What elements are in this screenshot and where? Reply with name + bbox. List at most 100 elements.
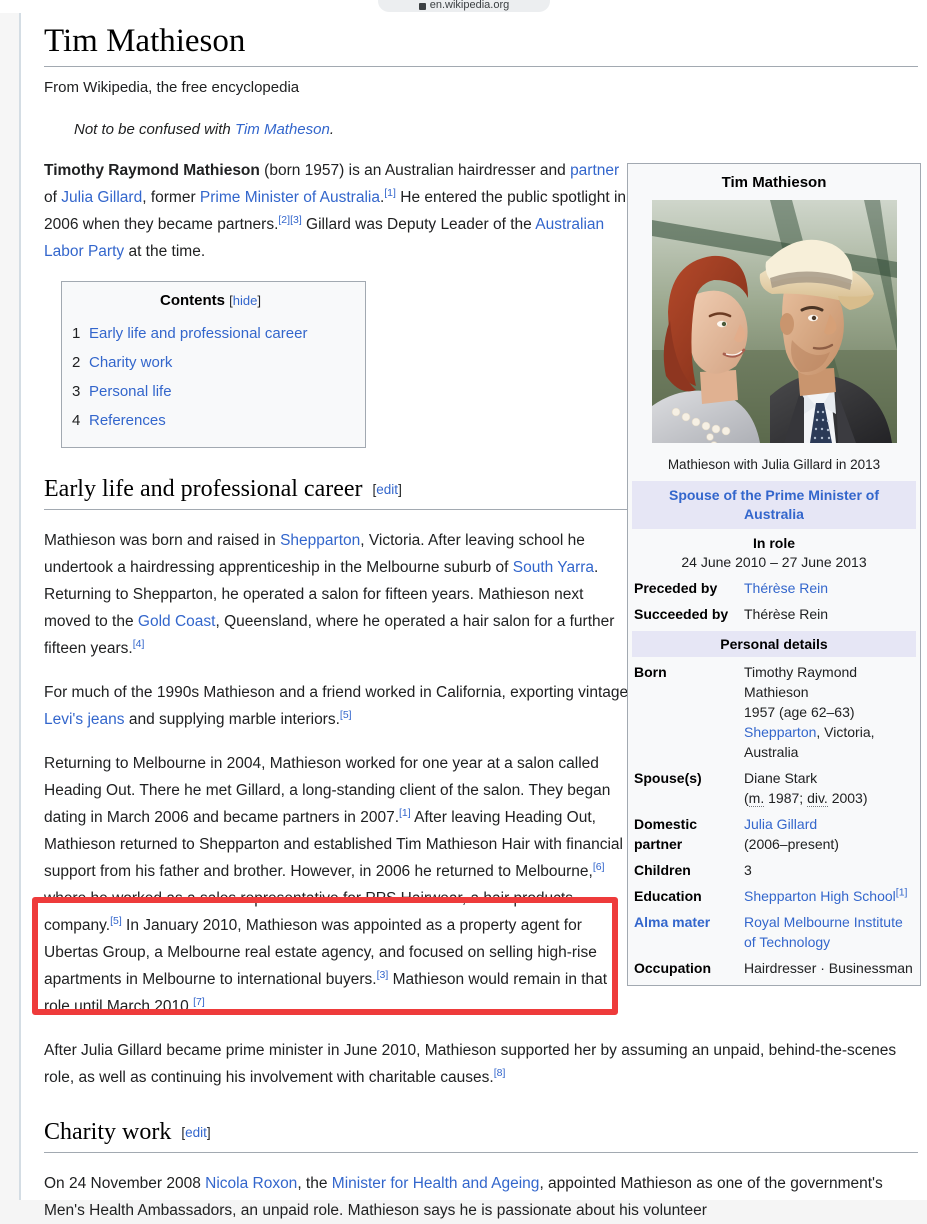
edit-link-charity-anchor[interactable]: edit	[185, 1125, 207, 1140]
ref-3[interactable]: [3]	[290, 214, 302, 226]
ref-6[interactable]: [6]	[593, 861, 605, 873]
paragraph-birth: Mathieson was born and raised in Sheppar…	[44, 527, 634, 662]
ref-7-link[interactable]: [7]	[193, 996, 205, 1008]
link-partner[interactable]: partner	[570, 162, 619, 179]
hatnote-link[interactable]: Tim Matheson	[235, 121, 330, 138]
infobox-children-label: Children	[634, 862, 691, 878]
toc-item-3-label[interactable]: Personal life	[89, 383, 172, 400]
screenshot-root: en.wikipedia.org Tim Mathieson From Wiki…	[0, 0, 927, 1219]
infobox-born-place: Shepparton, Victoria, Australia	[744, 722, 914, 762]
page-left-gutter	[0, 13, 19, 1200]
link-minister-health-ageing[interactable]: Minister for Health and Ageing	[332, 1175, 540, 1192]
infobox-alma-mater-value: Royal Melbourne Institute of Technology	[742, 911, 916, 953]
edit-link-early-life-anchor[interactable]: edit	[376, 482, 398, 497]
edit-bracket-close: ]	[398, 482, 402, 497]
link-prime-minister-of-australia[interactable]: Prime Minister of Australia	[200, 189, 380, 206]
address-bar[interactable]: en.wikipedia.org	[378, 0, 550, 12]
toc-item-3[interactable]: 3 Personal life	[72, 377, 349, 406]
married-year: 1987;	[764, 790, 808, 806]
link-shepparton[interactable]: Shepparton	[280, 532, 360, 549]
ref-5b-link[interactable]: [5]	[110, 915, 122, 927]
toc-item-1-label[interactable]: Early life and professional career	[89, 325, 307, 342]
infobox-office-header[interactable]: Spouse of the Prime Minister of Australi…	[632, 481, 916, 529]
ref-1c-link[interactable]: [1]	[896, 886, 908, 898]
ref-1b[interactable]: [1]	[399, 807, 411, 819]
infobox-photo[interactable]	[651, 200, 897, 443]
page-title: Tim Mathieson	[44, 21, 918, 67]
marriage-paren: (	[744, 790, 749, 806]
infobox-row-preceded-by: Preceded by Thérèse Rein	[632, 575, 916, 601]
edit-link-charity[interactable]: [edit]	[181, 1125, 210, 1140]
ref-5-link[interactable]: [5]	[340, 709, 352, 721]
p2-text-1: Mathieson was born and raised in	[44, 532, 281, 549]
link-shepparton-infobox[interactable]: Shepparton	[744, 724, 816, 740]
section-heading-charity-label: Charity work	[44, 1119, 172, 1145]
browser-chrome: en.wikipedia.org	[0, 0, 927, 13]
toc-toggle[interactable]: [hide]	[229, 293, 261, 308]
p5-text-1: After Julia Gillard became prime ministe…	[44, 1042, 897, 1086]
infobox-education-label: Education	[634, 888, 702, 904]
infobox-succeeded-by-label: Succeeded by	[634, 606, 729, 622]
infobox-photo-caption: Mathieson with Julia Gillard in 2013	[667, 457, 881, 472]
ref-3b[interactable]: [3]	[377, 969, 389, 981]
section-heading-charity: Charity work [edit]	[44, 1117, 918, 1153]
link-julia-gillard-infobox[interactable]: Julia Gillard	[744, 816, 817, 832]
toc-item-1[interactable]: 1 Early life and professional career	[72, 319, 349, 348]
paragraph-melbourne-career: Returning to Melbourne in 2004, Mathieso…	[44, 750, 634, 1020]
married-abbr: m.	[748, 790, 765, 807]
ref-8[interactable]: [8]	[494, 1067, 506, 1079]
ref-2-link[interactable]: [2]	[278, 214, 290, 226]
edit-link-early-life[interactable]: [edit]	[373, 482, 402, 497]
section-heading-early-life: Early life and professional career [edit]	[44, 474, 634, 510]
toc-item-4-label[interactable]: References	[89, 412, 166, 429]
address-bar-url: en.wikipedia.org	[429, 0, 510, 11]
ref-1[interactable]: [1]	[384, 187, 396, 199]
ref-1c[interactable]: [1]	[896, 886, 908, 898]
ref-3b-link[interactable]: [3]	[377, 969, 389, 981]
ref-2[interactable]: [2]	[278, 214, 290, 226]
link-rmit[interactable]: Royal Melbourne Institute of Technology	[744, 914, 903, 950]
infobox-row-born: Born Timothy Raymond Mathieson 1957 (age…	[632, 659, 916, 765]
ref-6-link[interactable]: [6]	[593, 861, 605, 873]
link-julia-gillard[interactable]: Julia Gillard	[61, 189, 142, 206]
infobox-alma-mater-label[interactable]: Alma mater	[632, 911, 742, 933]
lead-text-2: of	[44, 189, 62, 206]
ref-1b-link[interactable]: [1]	[399, 807, 411, 819]
p3-text-1: For much of the 1990s Mathieson and a fr…	[44, 684, 629, 701]
ref-5[interactable]: [5]	[340, 709, 352, 721]
ref-4[interactable]: [4]	[133, 638, 145, 650]
p3-text-2: and supplying marble interiors.	[124, 711, 340, 728]
infobox: Tim Mathieson Mathieson with Julia Gilla…	[627, 163, 921, 986]
infobox-office-label: Spouse of the Prime Minister of Australi…	[668, 487, 880, 522]
edit-bracket-close-2: ]	[206, 1125, 211, 1140]
link-therese-rein[interactable]: Thérèse Rein	[744, 580, 828, 596]
ref-3-link[interactable]: [3]	[290, 214, 302, 226]
toc-heading-label: Contents	[160, 292, 225, 309]
photo-illustration	[651, 200, 897, 443]
lead-bold-name: Timothy Raymond Mathieson	[44, 162, 260, 179]
link-south-yarra[interactable]: South Yarra	[513, 559, 594, 576]
link-shepparton-high-school[interactable]: Shepparton High School	[744, 888, 896, 904]
ref-1-link[interactable]: [1]	[384, 187, 396, 199]
ref-8-link[interactable]: [8]	[494, 1067, 506, 1079]
ref-4-link[interactable]: [4]	[133, 638, 145, 650]
lead-text-1: (born 1957) is an Australian hairdresser…	[259, 162, 571, 179]
toc-item-2-label[interactable]: Charity work	[89, 354, 172, 371]
toc-heading: Contents [hide]	[72, 292, 349, 309]
article-page: Tim Mathieson From Wikipedia, the free e…	[21, 13, 927, 1219]
infobox-children-value: 3	[744, 862, 752, 878]
infobox-in-role-dates: 24 June 2010 – 27 June 2013	[681, 554, 867, 570]
ref-5b[interactable]: [5]	[110, 915, 122, 927]
link-levis-jeans[interactable]: Levi's jeans	[44, 711, 125, 728]
link-nicola-roxon[interactable]: Nicola Roxon	[205, 1175, 297, 1192]
toc-item-2[interactable]: 2 Charity work	[72, 348, 349, 377]
divorced-year: 2003)	[827, 790, 868, 806]
infobox-row-occupation: Occupation Hairdresser · Businessman	[632, 955, 916, 981]
link-gold-coast[interactable]: Gold Coast	[138, 613, 216, 630]
toc-item-4[interactable]: 4 References	[72, 406, 349, 435]
toc-toggle-link[interactable]: hide	[233, 293, 258, 308]
infobox-born-name: Timothy Raymond Mathieson	[744, 664, 858, 700]
infobox-domestic-partner-dates: (2006–present)	[744, 836, 839, 852]
infobox-in-role-label: In role	[752, 535, 795, 551]
ref-7[interactable]: [7]	[193, 996, 205, 1008]
